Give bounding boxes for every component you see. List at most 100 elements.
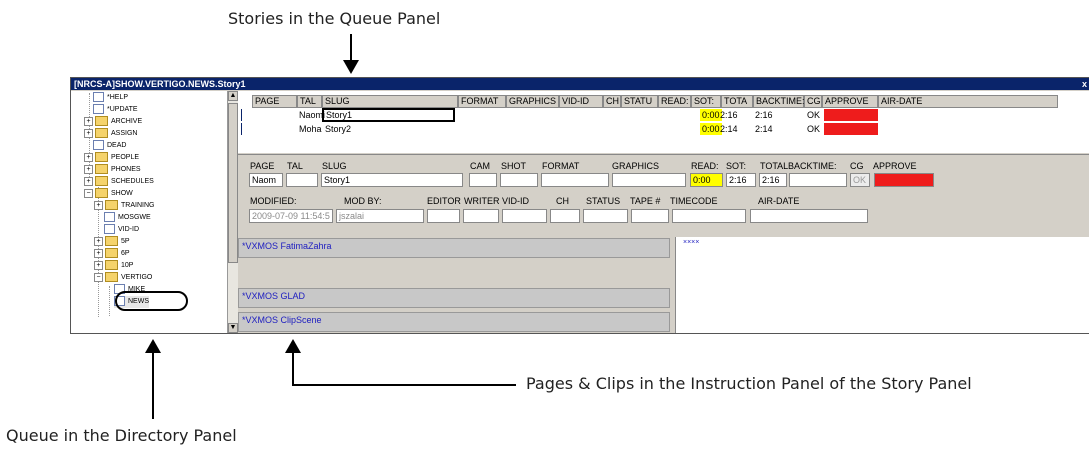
story-text-area[interactable]: ×××× (675, 237, 1089, 333)
table-row[interactable]: Moha Story2 0:00 2:14 2:14 OK (238, 122, 1089, 136)
expand-icon[interactable]: + (84, 176, 93, 186)
tree-item-vid-id[interactable]: VID-ID (104, 224, 139, 236)
tree-item-vertigo[interactable]: − VERTIGO (94, 272, 152, 284)
scroll-down-icon[interactable]: ▼ (228, 323, 238, 333)
tree-item-show[interactable]: − SHOW (84, 188, 133, 200)
tree-item-6p[interactable]: +6P (94, 248, 130, 260)
folder-icon (105, 248, 118, 259)
tree-item-dead[interactable]: DEAD (93, 140, 126, 152)
col-header-vid-id[interactable]: VID-ID (559, 95, 603, 108)
label-approve: APPROVE (873, 161, 917, 171)
timecode-field[interactable] (672, 209, 746, 223)
table-row[interactable]: Naomi Story1 0:00 2:16 2:16 OK (238, 108, 1089, 122)
col-header-cg[interactable]: CG (804, 95, 822, 108)
air-date-field[interactable] (750, 209, 868, 223)
graphics-field[interactable] (612, 173, 686, 187)
vid-id-field[interactable] (502, 209, 547, 223)
col-header-status[interactable]: STATU (621, 95, 658, 108)
tree-item-update[interactable]: *UPDATE (93, 104, 138, 116)
tree-item-10p[interactable]: +10P (94, 260, 133, 272)
folder-icon (95, 128, 108, 139)
tree-item-help[interactable]: *HELP (93, 92, 128, 104)
tree-item-archive[interactable]: + ARCHIVE (84, 116, 142, 128)
cell-slug: Story2 (325, 124, 352, 134)
col-header-sot[interactable]: SOT: (691, 95, 721, 108)
expand-icon[interactable]: + (84, 116, 93, 126)
mos-item[interactable]: *VXMOS GLAD (238, 288, 670, 308)
col-header-slug[interactable]: SLUG (322, 95, 458, 108)
collapse-icon[interactable]: − (84, 188, 93, 198)
approve-field[interactable] (874, 173, 934, 187)
label-slug: SLUG (322, 161, 347, 171)
col-header-approve[interactable]: APPROVE (822, 95, 878, 108)
tal-field[interactable] (286, 173, 318, 187)
folder-open-icon (105, 272, 118, 283)
tree-item-mosgwe[interactable]: MOSGWE (104, 212, 151, 224)
total-field[interactable]: 2:16 (759, 173, 787, 187)
scroll-thumb[interactable] (228, 103, 238, 263)
tree-item-schedules[interactable]: + SCHEDULES (84, 176, 154, 188)
expand-icon[interactable]: + (94, 200, 103, 210)
tree-item-phones[interactable]: + PHONES (84, 164, 141, 176)
col-header-graphics[interactable]: GRAPHICS (506, 95, 559, 108)
instruction-spacer (238, 261, 670, 285)
col-header-read[interactable]: READ: (658, 95, 691, 108)
mod-by-field: jszalai (336, 209, 424, 223)
label-vid-id: VID-ID (502, 196, 529, 206)
folder-icon (95, 116, 108, 127)
close-icon[interactable]: x (1082, 78, 1087, 90)
col-header-backtime[interactable]: BACKTIME: (753, 95, 805, 108)
cell-read: 0:00 (700, 109, 722, 121)
directory-panel-callout-line (152, 353, 154, 419)
col-header-ch[interactable]: CH (603, 95, 621, 108)
folder-icon (105, 236, 118, 247)
shot-field[interactable] (500, 173, 538, 187)
expand-icon[interactable]: + (94, 248, 103, 258)
status-field[interactable] (583, 209, 628, 223)
tree-item-5p[interactable]: +5P (94, 236, 130, 248)
ch-field[interactable] (550, 209, 580, 223)
label-writer: WRITER (464, 196, 500, 206)
col-header-format[interactable]: FORMAT (458, 95, 506, 108)
directory-scrollbar[interactable]: ▲ ▼ (227, 91, 238, 333)
label-total: TOTAL (760, 161, 789, 171)
sot-field[interactable]: 2:16 (726, 173, 756, 187)
read-field[interactable]: 0:00 (690, 173, 723, 187)
backtime-field[interactable] (789, 173, 847, 187)
expand-icon[interactable]: + (94, 236, 103, 246)
format-field[interactable] (541, 173, 609, 187)
col-header-page[interactable]: PAGE (252, 95, 297, 108)
mos-item[interactable]: *VXMOS ClipScene (238, 312, 670, 332)
tape-field[interactable] (631, 209, 669, 223)
label-page: PAGE (250, 161, 275, 171)
window-title: [NRCS-A]SHOW.VERTIGO.NEWS.Story1 (74, 79, 246, 89)
editor-field[interactable] (427, 209, 460, 223)
col-header-total[interactable]: TOTA (721, 95, 753, 108)
tree-item-training[interactable]: + TRAINING (94, 200, 154, 212)
expand-icon[interactable]: + (84, 128, 93, 138)
slug-field[interactable]: Story1 (321, 173, 463, 187)
tree-item-assign[interactable]: + ASSIGN (84, 128, 137, 140)
label-graphics: GRAPHICS (612, 161, 660, 171)
queue-panel-callout-arrow (343, 60, 359, 74)
mos-item[interactable]: *VXMOS FatimaZahra (238, 238, 670, 258)
cell-sot: 2:16 (720, 110, 738, 120)
col-header-tal[interactable]: TAL (297, 95, 322, 108)
folder-icon (105, 260, 118, 271)
tree-item-people[interactable]: + PEOPLE (84, 152, 139, 164)
cam-field[interactable] (469, 173, 497, 187)
col-header-air-date[interactable]: AIR-DATE (878, 95, 1058, 108)
expand-icon[interactable]: + (84, 164, 93, 174)
page-field[interactable]: Naom (249, 173, 283, 187)
queue-icon (93, 140, 104, 151)
row-marker (241, 123, 242, 135)
window-title-bar[interactable]: [NRCS-A]SHOW.VERTIGO.NEWS.Story1 x (71, 78, 1089, 90)
queue-icon (104, 224, 115, 235)
cell-slug-selected[interactable]: Story1 (322, 108, 455, 122)
folder-icon (95, 176, 108, 187)
expand-icon[interactable]: + (84, 152, 93, 162)
scroll-up-icon[interactable]: ▲ (228, 91, 238, 101)
collapse-icon[interactable]: − (94, 272, 103, 282)
expand-icon[interactable]: + (94, 260, 103, 270)
writer-field[interactable] (463, 209, 499, 223)
